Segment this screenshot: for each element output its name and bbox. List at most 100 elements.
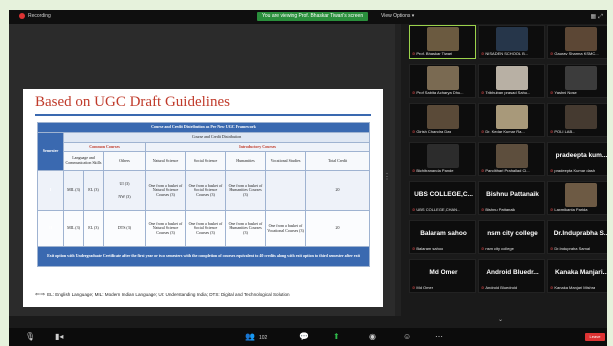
chat-icon[interactable]: 💬 bbox=[299, 332, 309, 341]
table-caption: Course and Credit Distribution as Per Ne… bbox=[36, 122, 371, 133]
row2-dts: DTS (3) bbox=[103, 210, 146, 247]
slide-nav-icon[interactable]: ⇐⇒ bbox=[35, 292, 45, 298]
col-humanities: Humanities bbox=[225, 151, 266, 171]
participants-icon[interactable]: 👥 bbox=[245, 332, 255, 341]
muted-mic-icon: ⊘ bbox=[550, 129, 554, 134]
muted-mic-icon: ⊘ bbox=[412, 246, 416, 251]
participant-name-label: ⊘Kanaka Manjari Mishra bbox=[550, 285, 595, 290]
cdd-header: Course and Credit Distribution bbox=[62, 132, 371, 143]
participant-display-name: Md Omer bbox=[429, 269, 458, 276]
gallery-next-page-icon[interactable]: ⌄ bbox=[498, 316, 503, 323]
view-options-menu[interactable]: View Options ▾ bbox=[381, 13, 414, 19]
muted-mic-icon: ⊘ bbox=[550, 246, 554, 251]
split-divider[interactable] bbox=[395, 24, 401, 316]
row2-total: 20 bbox=[304, 210, 371, 247]
participant-name-label: ⊘pradeepta Kumar dash bbox=[550, 168, 595, 173]
participant-video bbox=[565, 105, 597, 129]
common-courses-header: Common Courses bbox=[63, 142, 146, 152]
footnote-text: EL: English Language; MIL: Modern Indian… bbox=[47, 292, 290, 297]
participant-tile[interactable]: Md Omer ⊘Md Omer bbox=[409, 259, 476, 293]
microphone-icon[interactable]: 🎙 bbox=[25, 332, 35, 341]
participant-tile[interactable]: Balaram sahoo ⊘Balaram sahoo bbox=[409, 220, 476, 254]
participant-tile[interactable]: Kanaka Manjari... ⊘Kanaka Manjari Mishra bbox=[547, 259, 607, 293]
row2-natural: One from a basket of Natural Science Cou… bbox=[145, 210, 186, 247]
meeting-controls: 🎙 ▮◂ 👥 102 💬 ⬆ ◉ ☺ ⋯ Leave bbox=[9, 328, 607, 346]
participant-tile[interactable]: Dr.Induprabha S... ⊘Dr.Indupraha Samal bbox=[547, 220, 607, 254]
participant-name: Pandithari Prahallad Cl... bbox=[485, 168, 530, 173]
participant-tile[interactable]: ⊘NISADEN SCHOOL B... bbox=[478, 25, 545, 59]
participant-name: Balaram sahoo bbox=[416, 246, 444, 251]
title-rule bbox=[35, 114, 371, 116]
slide: Based on UGC Draft Guidelines Course and… bbox=[23, 89, 383, 307]
footnote: ⇐⇒ EL: English Language; MIL: Modern Indi… bbox=[35, 291, 290, 298]
participant-tile[interactable]: pradeepta kum... ⊘pradeepta Kumar dash bbox=[547, 142, 607, 176]
participant-name: Yashni Nose bbox=[554, 90, 577, 95]
exit-option-note: Exit option with Undergraduate Certifica… bbox=[36, 246, 371, 267]
fullscreen-icon[interactable]: ⤢ bbox=[598, 14, 605, 20]
video-camera-icon[interactable]: ▮◂ bbox=[55, 332, 63, 341]
participant-tile[interactable]: nsm city college ⊘nsm city college bbox=[478, 220, 545, 254]
slide-title: Based on UGC Draft Guidelines bbox=[35, 94, 230, 110]
participant-name-label: ⊘POLI LAB... bbox=[550, 129, 575, 134]
recording-indicator[interactable]: Recording bbox=[19, 13, 51, 19]
participant-name: UBS COLLEGE,CHAN... bbox=[416, 207, 461, 212]
participant-name: Tribhuban prasad Sahu... bbox=[485, 90, 531, 95]
participant-tile[interactable]: ⊘Gaurav Sharma KSMC... bbox=[547, 25, 607, 59]
more-icon[interactable]: ⋯ bbox=[435, 332, 443, 341]
muted-mic-icon: ⊘ bbox=[481, 51, 485, 56]
reactions-icon[interactable]: ☺ bbox=[403, 332, 411, 341]
participant-tile[interactable]: ⊘Girish Chandra Das bbox=[409, 103, 476, 137]
record-icon bbox=[19, 13, 25, 19]
window-controls[interactable]: ▦⤢ bbox=[591, 13, 605, 21]
participant-gallery: ⊘Prof. Bhaskar Tiwari ⊘NISADEN SCHOOL B..… bbox=[402, 24, 607, 316]
participant-name-label: ⊘Yashni Nose bbox=[550, 90, 577, 95]
participant-name: Kanaka Manjari Mishra bbox=[554, 285, 596, 290]
row1-vocational bbox=[265, 170, 306, 211]
participant-tile[interactable]: ⊘Dr. Kedar Kumar Ra... bbox=[478, 103, 545, 137]
participant-tile[interactable]: ⊘Pandithari Prahallad Cl... bbox=[478, 142, 545, 176]
row1-mil: MIL (3) bbox=[63, 170, 84, 211]
participant-name-label: ⊘Bichitrananda Pande bbox=[412, 168, 454, 173]
participant-video bbox=[427, 66, 459, 90]
muted-mic-icon: ⊘ bbox=[412, 129, 416, 134]
participant-tile[interactable]: ⊘Tribhuban prasad Sahu... bbox=[478, 64, 545, 98]
muted-mic-icon: ⊘ bbox=[481, 246, 485, 251]
col-vocational: Vocational Studies bbox=[265, 151, 306, 171]
row2-mil: MIL (3) bbox=[63, 210, 84, 247]
participant-tile[interactable]: ⊘Laxmikanta Parida bbox=[547, 181, 607, 215]
record-button-icon[interactable]: ◉ bbox=[369, 332, 376, 341]
participant-tile[interactable]: ⊘Yashni Nose bbox=[547, 64, 607, 98]
participant-video bbox=[496, 27, 528, 51]
participant-name-label: ⊘Tribhuban prasad Sahu... bbox=[481, 90, 530, 95]
participant-display-name: pradeepta kum... bbox=[555, 152, 607, 159]
row1-humanities: One from a basket of Humanities Courses … bbox=[225, 170, 266, 211]
participant-tile[interactable]: Bishnu Pattanaik ⊘Bishnu Pattanaik bbox=[478, 181, 545, 215]
participant-name-label: ⊘Balaram sahoo bbox=[412, 246, 443, 251]
participant-name: Gaurav Sharma KSMC... bbox=[554, 51, 599, 56]
row1-nw: NW (3) bbox=[118, 193, 131, 199]
participant-tile[interactable]: Android Bluedr... ⊘Android Bluedroid bbox=[478, 259, 545, 293]
participant-name: NISADEN SCHOOL B... bbox=[485, 51, 529, 56]
leave-button[interactable]: Leave bbox=[585, 333, 605, 341]
participant-tile[interactable]: ⊘POLI LAB... bbox=[547, 103, 607, 137]
participant-display-name: Dr.Induprabha S... bbox=[553, 230, 607, 237]
participant-video bbox=[427, 144, 459, 168]
participant-tile[interactable]: ⊘Prof Sabita Acharya Dhu... bbox=[409, 64, 476, 98]
participant-tile[interactable]: ⊘Prof. Bhaskar Tiwari bbox=[409, 25, 476, 59]
muted-mic-icon: ⊘ bbox=[550, 285, 554, 290]
resize-handle-icon[interactable]: ⋮ bbox=[383, 172, 391, 181]
semester-header: Semester bbox=[37, 132, 64, 171]
row1-others: UI (3) NW (3) bbox=[103, 170, 146, 211]
muted-mic-icon: ⊘ bbox=[481, 90, 485, 95]
participant-name: pradeepta Kumar dash bbox=[554, 168, 596, 173]
share-screen-icon[interactable]: ⬆ bbox=[333, 332, 340, 341]
muted-mic-icon: ⊘ bbox=[550, 207, 554, 212]
participant-name: Laxmikanta Parida bbox=[554, 207, 588, 212]
col-total: Total Credit bbox=[304, 151, 371, 171]
participant-name-label: ⊘Dr. Kedar Kumar Ra... bbox=[481, 129, 525, 134]
participant-video bbox=[565, 27, 597, 51]
participant-tile[interactable]: UBS COLLEGE,C... ⊘UBS COLLEGE,CHAN... bbox=[409, 181, 476, 215]
col-natural: Natural Science bbox=[145, 151, 186, 171]
participant-name: Bichitrananda Pande bbox=[416, 168, 454, 173]
participant-tile[interactable]: ⊘Bichitrananda Pande bbox=[409, 142, 476, 176]
